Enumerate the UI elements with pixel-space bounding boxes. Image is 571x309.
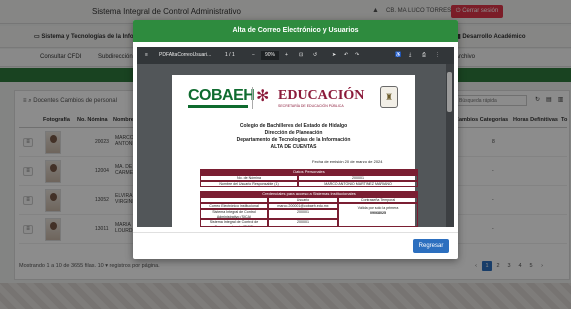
pdf-viewer[interactable]: ≡ PDFAltaCorreoUsuari... 1 / 1 − 90% + ⊡… <box>137 47 454 227</box>
doc-heading-1: Colegio de Bachilleres del Estado de Hid… <box>239 123 348 129</box>
accessibility-icon[interactable]: ♿ <box>395 52 401 58</box>
educacion-logo-sub: SECRETARÍA DE EDUCACIÓN PÚBLICA <box>278 104 344 108</box>
pdf-page: COBAEH ✻ EDUCACIÓN SECRETARÍA DE EDUCACI… <box>172 75 418 227</box>
cred-row-2-user: 200001 <box>268 209 338 219</box>
name-value: MARCO ANTONIO MARTINEZ MARIANO <box>298 181 418 187</box>
modal-title: Alta de Correo Electrónico y Usuarios <box>133 20 458 42</box>
undo-icon[interactable]: ↶ <box>344 52 348 58</box>
more-options-icon[interactable]: ⋮ <box>435 52 440 58</box>
pdf-toolbar: ≡ PDFAltaCorreoUsuari... 1 / 1 − 90% + ⊡… <box>137 47 454 64</box>
rotate-icon[interactable]: ↺ <box>313 52 317 58</box>
cred-password-cell: Válida por solo la primera 09068025 <box>338 203 418 227</box>
zoom-in-icon[interactable]: + <box>285 52 288 58</box>
pdf-menu-icon[interactable]: ≡ <box>145 52 148 58</box>
doc-heading-2: Dirección de Planeación <box>264 130 323 136</box>
hidalgo-seal-icon: ♜ <box>380 86 398 108</box>
pdf-filename: PDFAltaCorreoUsuari... <box>159 52 212 58</box>
cred-row-2-label: Sistema Integral de Control Administrati… <box>200 209 268 219</box>
educacion-logo: EDUCACIÓN <box>278 88 365 103</box>
download-icon[interactable]: ⤓ <box>409 52 411 58</box>
password-value: 09068025 <box>370 210 386 215</box>
doc-heading-4: ALTA DE CUENTAS <box>270 144 317 150</box>
cred-row-3-label: Sistema Integral de Control de Correspon… <box>200 219 268 227</box>
sep-emblem-icon: ✻ <box>256 88 270 105</box>
redo-icon[interactable]: ↷ <box>355 52 359 58</box>
modal-footer-divider <box>133 232 458 233</box>
doc-heading-3: Departamento de Tecnologías de la Inform… <box>236 137 351 143</box>
name-label: Nombre del Usuario Responsable (1) <box>200 181 298 187</box>
pdf-page-indicator[interactable]: 1 / 1 <box>225 52 235 58</box>
cred-row-3-user: 200001 <box>268 219 338 227</box>
print-icon[interactable]: ⎙ <box>422 52 426 58</box>
cobaeh-logo-bar <box>188 105 248 108</box>
pdf-zoom-level[interactable]: 90% <box>261 51 279 60</box>
regresar-button[interactable]: Regresar <box>413 239 449 253</box>
logo-divider <box>252 87 253 109</box>
pdf-scrollbar-thumb[interactable] <box>447 72 452 112</box>
pointer-icon[interactable]: ➤ <box>332 52 336 58</box>
doc-date: Fecha de emisión 20 de marzo de 2024 <box>312 159 383 164</box>
alta-correo-modal: Alta de Correo Electrónico y Usuarios ≡ … <box>133 20 458 259</box>
fit-page-icon[interactable]: ⊡ <box>299 52 303 58</box>
zoom-out-icon[interactable]: − <box>252 52 255 58</box>
cobaeh-logo: COBAEH <box>188 87 255 104</box>
